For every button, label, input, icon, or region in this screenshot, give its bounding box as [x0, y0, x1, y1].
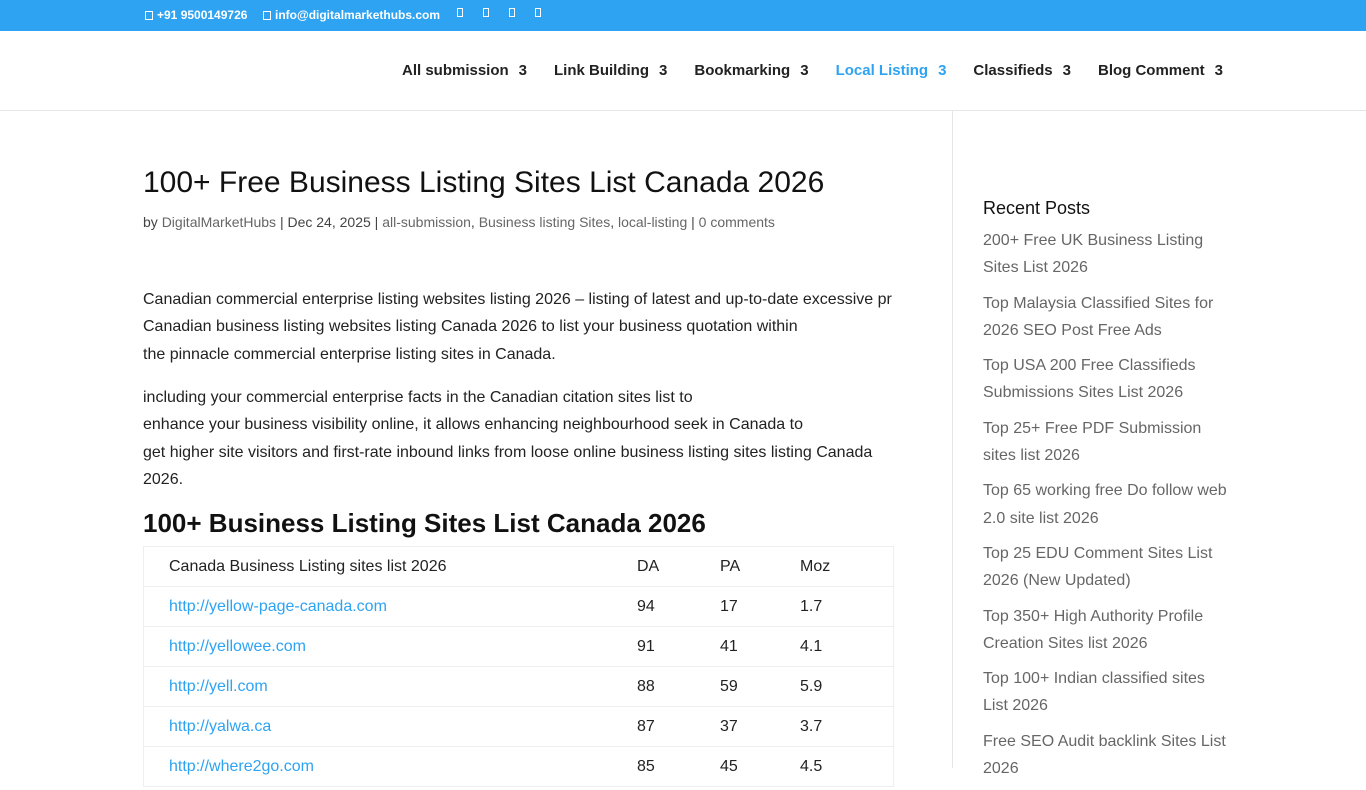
table-row: http://yellow-page-canada.com 94 17 1.7	[143, 586, 894, 627]
table-row: http://yell.com 88 59 5.9	[143, 666, 894, 707]
da-cell: 85	[637, 746, 720, 787]
table-header-row: Canada Business Listing sites list 2026 …	[143, 546, 894, 587]
author-link[interactable]: DigitalMarketHubs	[162, 214, 276, 230]
moz-cell: 5.9	[800, 666, 894, 707]
intro-paragraph: Canadian commercial enterprise listing w…	[143, 286, 903, 368]
phone-icon	[145, 11, 153, 20]
moz-cell: 4.1	[800, 626, 894, 667]
recent-post-link[interactable]: Top 25+ Free PDF Submission sites list 2…	[983, 415, 1233, 470]
post-title: 100+ Free Business Listing Sites List Ca…	[143, 166, 825, 199]
recent-post-link[interactable]: Top 25 EDU Comment Sites List 2026 (New …	[983, 540, 1233, 595]
chevron-down-icon: 3	[1062, 62, 1071, 79]
meta-separator: |	[370, 214, 383, 230]
nav-label: All submission	[401, 62, 509, 79]
chevron-down-icon: 3	[659, 62, 668, 79]
sites-table: Canada Business Listing sites list 2026 …	[143, 546, 894, 787]
recent-post-link[interactable]: Top 65 working free Do follow web 2.0 si…	[983, 477, 1233, 532]
paragraph-line: the pinnacle commercial enterprise listi…	[143, 345, 556, 363]
post-meta: by DigitalMarketHubs | Dec 24, 2025 | al…	[143, 214, 775, 230]
site-header: All submission 3 Link Building 3 Bookmarki…	[0, 31, 1366, 111]
da-cell: 87	[637, 706, 720, 747]
da-cell: 94	[637, 586, 720, 627]
category-link[interactable]: local-listing	[618, 214, 687, 230]
site-link[interactable]: http://yellow-page-canada.com	[169, 598, 387, 615]
pa-cell: 41	[720, 626, 800, 667]
chevron-down-icon: 3	[1214, 62, 1223, 79]
table-row: http://where2go.com 85 45 4.5	[143, 746, 894, 787]
meta-comma: ,	[470, 214, 479, 230]
paragraph-line: enhance your business visibility online,…	[143, 416, 803, 434]
facebook-icon[interactable]	[457, 8, 463, 17]
phone-number: +91 9500149726	[157, 8, 248, 22]
recent-post-link[interactable]: Top USA 200 Free Classifieds Submissions…	[983, 352, 1233, 407]
category-link[interactable]: all-submission	[382, 214, 471, 230]
meta-by: by	[143, 214, 162, 230]
site-link[interactable]: http://yalwa.ca	[169, 718, 271, 735]
moz-cell: 3.7	[800, 706, 894, 747]
site-link[interactable]: http://yell.com	[169, 678, 268, 695]
nav-blog-comment[interactable]: Blog Comment 3	[1098, 62, 1223, 80]
site-link[interactable]: http://yellowee.com	[169, 638, 306, 655]
pa-cell: 59	[720, 666, 800, 707]
comments-link[interactable]: 0 comments	[699, 214, 775, 230]
instagram-icon[interactable]	[509, 8, 515, 17]
site-link[interactable]: http://where2go.com	[169, 758, 314, 775]
pa-cell: 37	[720, 706, 800, 747]
da-cell: 88	[637, 666, 720, 707]
column-header: PA	[720, 546, 800, 587]
email-link[interactable]: info@digitalmarkethubs.com	[263, 8, 440, 22]
chevron-down-icon: 3	[800, 62, 809, 79]
nav-label: Local Listing	[835, 62, 929, 79]
column-header: DA	[637, 546, 720, 587]
paragraph-line: Canadian business listing websites listi…	[143, 318, 798, 336]
phone-link[interactable]: +91 9500149726	[145, 8, 247, 22]
paragraph-line: Canadian commercial enterprise listing w…	[143, 291, 892, 308]
meta-comma: ,	[610, 214, 618, 230]
moz-cell: 1.7	[800, 586, 894, 627]
main-nav: All submission 3 Link Building 3 Bookmarki…	[375, 62, 1223, 80]
column-header: Canada Business Listing sites list 2026	[143, 546, 637, 587]
table-row: http://yalwa.ca 87 37 3.7	[143, 706, 894, 747]
column-header: Moz	[800, 546, 894, 587]
category-link[interactable]: Business listing Sites	[479, 214, 611, 230]
nav-label: Blog Comment	[1097, 62, 1205, 79]
linkedin-icon[interactable]	[535, 8, 541, 17]
email-icon	[263, 11, 271, 20]
nav-link-building[interactable]: Link Building 3	[554, 62, 667, 80]
moz-cell: 4.5	[800, 746, 894, 787]
twitter-icon[interactable]	[483, 8, 489, 17]
nav-classifieds[interactable]: Classifieds 3	[973, 62, 1071, 80]
nav-all-submission[interactable]: All submission 3	[402, 62, 527, 80]
nav-bookmarking[interactable]: Bookmarking 3	[694, 62, 808, 80]
chevron-down-icon: 3	[938, 62, 947, 79]
paragraph-line: 2026.	[143, 470, 184, 488]
recent-post-link[interactable]: 200+ Free UK Business Listing Sites List…	[983, 227, 1233, 282]
sidebar-divider	[952, 111, 953, 768]
top-bar: +91 9500149726 info@digitalmarkethubs.co…	[0, 0, 1366, 31]
meta-separator: |	[276, 214, 288, 230]
recent-post-link[interactable]: Top 100+ Indian classified sites List 20…	[983, 665, 1233, 720]
recent-posts-list: 200+ Free UK Business Listing Sites List…	[983, 227, 1233, 790]
chevron-down-icon: 3	[518, 62, 528, 79]
email-address: info@digitalmarkethubs.com	[275, 8, 441, 22]
meta-separator: |	[687, 214, 699, 230]
post-date: Dec 24, 2025	[287, 214, 371, 230]
recent-posts-title: Recent Posts	[983, 198, 1091, 218]
nav-local-listing[interactable]: Local Listing 3	[836, 62, 947, 80]
nav-label: Bookmarking	[694, 62, 791, 79]
recent-post-link[interactable]: Free SEO Audit backlink Sites List 2026	[983, 728, 1233, 783]
table-row: http://yellowee.com 91 41 4.1	[143, 626, 894, 667]
section-heading: 100+ Business Listing Sites List Canada …	[143, 508, 706, 538]
pa-cell: 17	[720, 586, 800, 627]
nav-label: Classifieds	[973, 62, 1053, 79]
da-cell: 91	[637, 626, 720, 667]
second-paragraph: including your commercial enterprise fac…	[143, 384, 903, 493]
paragraph-line: including your commercial enterprise fac…	[143, 389, 693, 406]
nav-label: Link Building	[554, 62, 650, 79]
recent-post-link[interactable]: Top 350+ High Authority Profile Creation…	[983, 603, 1233, 658]
pa-cell: 45	[720, 746, 800, 787]
recent-post-link[interactable]: Top Malaysia Classified Sites for 2026 S…	[983, 290, 1233, 345]
paragraph-line: get higher site visitors and first-rate …	[143, 443, 873, 461]
